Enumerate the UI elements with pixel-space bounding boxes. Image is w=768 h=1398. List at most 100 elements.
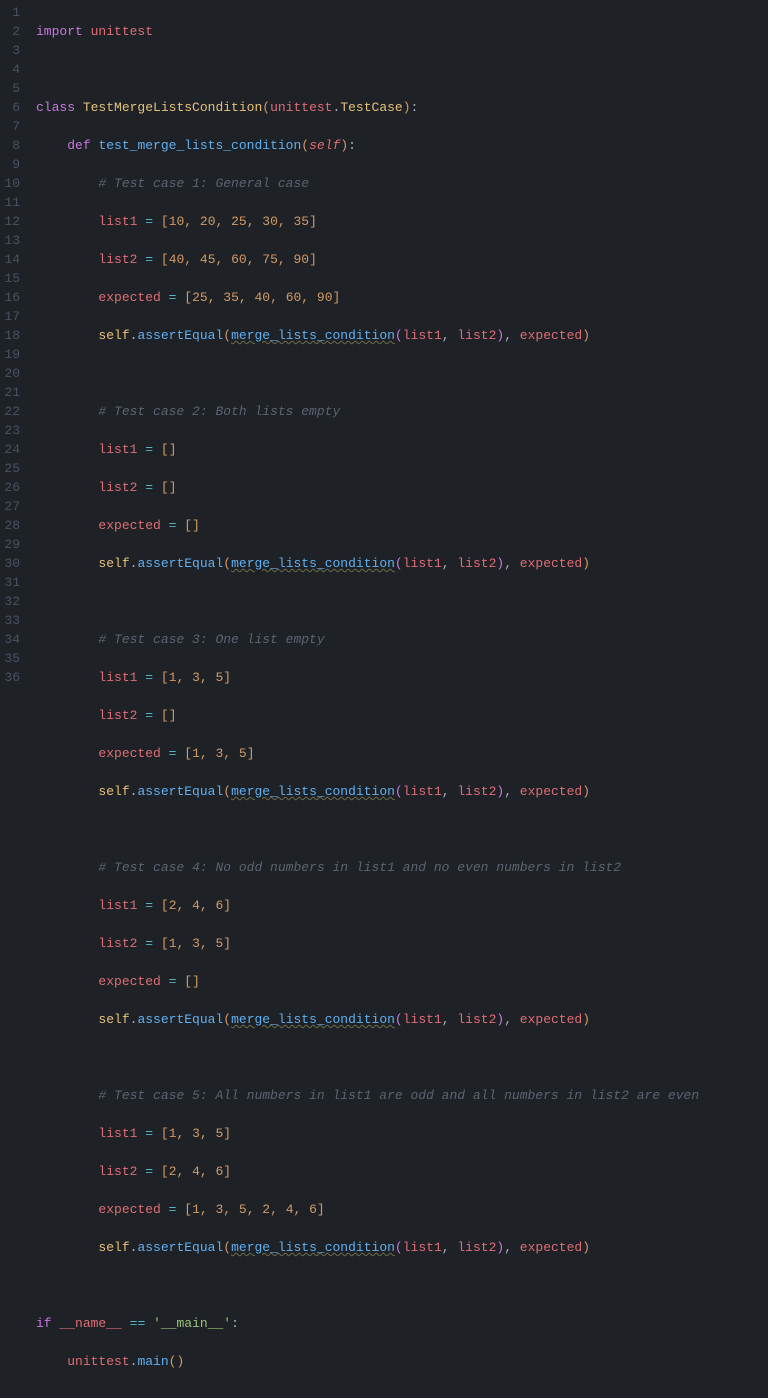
token: ( <box>223 1012 231 1027</box>
token: = <box>169 1202 177 1217</box>
token: ) <box>403 100 411 115</box>
token: __name__ <box>59 1316 121 1331</box>
token: . <box>130 1012 138 1027</box>
token: [ <box>184 1202 192 1217</box>
code-line[interactable]: list1 = [1, 3, 5] <box>36 668 768 687</box>
code-line[interactable]: list2 = [40, 45, 60, 75, 90] <box>36 250 768 269</box>
token: assertEqual <box>137 328 223 343</box>
code-line[interactable]: class TestMergeListsCondition(unittest.T… <box>36 98 768 117</box>
code-line[interactable]: def test_merge_lists_condition(self): <box>36 136 768 155</box>
code-line[interactable]: list1 = [] <box>36 440 768 459</box>
code-line[interactable] <box>36 820 768 839</box>
token: = <box>145 936 153 951</box>
line-number: 32 <box>4 592 20 611</box>
code-line[interactable]: expected = [1, 3, 5] <box>36 744 768 763</box>
token: 1, 3, 5 <box>169 1126 224 1141</box>
token: expected <box>520 1240 582 1255</box>
code-line[interactable]: self.assertEqual(merge_lists_condition(l… <box>36 782 768 801</box>
token: ( <box>395 1240 403 1255</box>
token: assertEqual <box>137 556 223 571</box>
token: = <box>145 708 153 723</box>
code-line[interactable]: import unittest <box>36 22 768 41</box>
code-line[interactable]: list1 = [2, 4, 6] <box>36 896 768 915</box>
code-line[interactable]: list2 = [1, 3, 5] <box>36 934 768 953</box>
token: self <box>98 556 129 571</box>
token: list2 <box>457 784 496 799</box>
token: [ <box>161 898 169 913</box>
code-line[interactable]: list1 = [10, 20, 25, 30, 35] <box>36 212 768 231</box>
line-number: 15 <box>4 269 20 288</box>
code-line[interactable]: self.assertEqual(merge_lists_condition(l… <box>36 1010 768 1029</box>
code-line[interactable] <box>36 1048 768 1067</box>
code-line[interactable]: list2 = [] <box>36 478 768 497</box>
token: ( <box>223 556 231 571</box>
token: list1 <box>403 556 442 571</box>
token: ( <box>169 1354 177 1369</box>
token: # Test case 4: No odd numbers in list1 a… <box>98 860 621 875</box>
code-line[interactable]: self.assertEqual(merge_lists_condition(l… <box>36 326 768 345</box>
token: expected <box>520 1012 582 1027</box>
code-line[interactable] <box>36 364 768 383</box>
token: ( <box>223 1240 231 1255</box>
code-line[interactable]: self.assertEqual(merge_lists_condition(l… <box>36 1238 768 1257</box>
code-line[interactable]: list2 = [] <box>36 706 768 725</box>
line-number: 22 <box>4 402 20 421</box>
token: test_merge_lists_condition <box>98 138 301 153</box>
code-area[interactable]: import unittest class TestMergeListsCond… <box>28 0 768 1398</box>
line-number: 1 <box>4 3 20 22</box>
line-number: 10 <box>4 174 20 193</box>
token: = <box>145 1164 153 1179</box>
code-line[interactable]: # Test case 1: General case <box>36 174 768 193</box>
token: [ <box>161 936 169 951</box>
token: ) <box>340 138 348 153</box>
token: [ <box>161 670 169 685</box>
token: expected <box>520 784 582 799</box>
code-editor[interactable]: 1234567891011121314151617181920212223242… <box>0 0 768 1398</box>
code-line[interactable]: list1 = [1, 3, 5] <box>36 1124 768 1143</box>
token: list1 <box>98 1126 137 1141</box>
token: list1 <box>98 442 137 457</box>
token: ) <box>176 1354 184 1369</box>
code-line[interactable]: # Test case 2: Both lists empty <box>36 402 768 421</box>
code-line[interactable]: expected = [] <box>36 516 768 535</box>
token: expected <box>98 974 160 989</box>
token: merge_lists_condition <box>231 1240 395 1255</box>
token: [ <box>184 290 192 305</box>
token: == <box>130 1316 146 1331</box>
token: ] <box>192 974 200 989</box>
code-line[interactable]: expected = [] <box>36 972 768 991</box>
line-number: 26 <box>4 478 20 497</box>
code-line[interactable] <box>36 60 768 79</box>
token: . <box>130 1354 138 1369</box>
code-line[interactable]: expected = [1, 3, 5, 2, 4, 6] <box>36 1200 768 1219</box>
token: [ <box>161 708 169 723</box>
token: expected <box>98 746 160 761</box>
token: expected <box>98 1202 160 1217</box>
code-line[interactable]: # Test case 3: One list empty <box>36 630 768 649</box>
token: ( <box>395 784 403 799</box>
code-line[interactable]: expected = [25, 35, 40, 60, 90] <box>36 288 768 307</box>
token: TestCase <box>340 100 402 115</box>
token: , <box>442 556 458 571</box>
token: self <box>98 1240 129 1255</box>
code-line[interactable]: # Test case 5: All numbers in list1 are … <box>36 1086 768 1105</box>
code-line[interactable]: unittest.main() <box>36 1352 768 1371</box>
line-number: 14 <box>4 250 20 269</box>
token: ] <box>309 214 317 229</box>
token: ) <box>582 784 590 799</box>
token: ( <box>395 556 403 571</box>
code-line[interactable]: # Test case 4: No odd numbers in list1 a… <box>36 858 768 877</box>
token: ] <box>317 1202 325 1217</box>
token: = <box>169 518 177 533</box>
code-line[interactable]: self.assertEqual(merge_lists_condition(l… <box>36 554 768 573</box>
token: unittest <box>270 100 332 115</box>
token: ) <box>496 784 504 799</box>
token: import <box>36 24 83 39</box>
code-line[interactable]: list2 = [2, 4, 6] <box>36 1162 768 1181</box>
token: list2 <box>457 1240 496 1255</box>
code-line[interactable] <box>36 592 768 611</box>
line-number-gutter: 1234567891011121314151617181920212223242… <box>0 0 28 1398</box>
code-line[interactable] <box>36 1276 768 1295</box>
token: assertEqual <box>137 784 223 799</box>
code-line[interactable]: if __name__ == '__main__': <box>36 1314 768 1333</box>
